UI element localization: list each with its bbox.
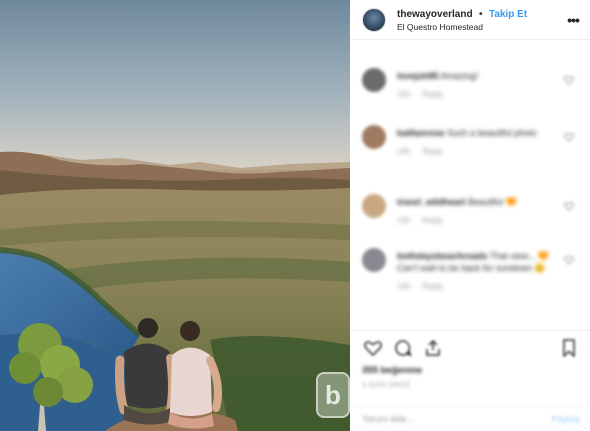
post-photo[interactable]: b <box>0 0 350 431</box>
comment-body: lovejoh85 Amazing! 15h Reply <box>397 70 565 99</box>
post-header: thewayoverland • Takip Et El Questro Hom… <box>350 0 590 40</box>
commenter-username[interactable]: kaitlanrose <box>397 128 445 138</box>
reply-button[interactable]: Reply <box>422 282 442 291</box>
reply-button[interactable]: Reply <box>422 147 442 156</box>
comment-text: Such a beautiful photo <box>447 128 537 138</box>
comment-icon[interactable] <box>392 337 414 359</box>
commenter-username[interactable]: travel_wildheart <box>397 197 466 207</box>
comment-text: Beautiful 🧡 <box>468 197 517 207</box>
watermark-logo: b <box>316 372 350 418</box>
likes-count[interactable]: 355 beğenme <box>362 365 580 376</box>
author-avatar[interactable] <box>362 7 386 32</box>
comments-list: lovejoh85 Amazing! 15h Reply kaitlanrose … <box>350 40 590 330</box>
follow-button[interactable]: Takip Et <box>489 9 527 20</box>
commenter-avatar[interactable] <box>362 194 386 218</box>
author-username[interactable]: thewayoverland <box>397 9 473 20</box>
reply-button[interactable]: Reply <box>422 216 442 225</box>
location-link[interactable]: El Questro Homestead <box>397 21 566 34</box>
comment-body: bothdaysbeachroads That view... 🧡 Can't … <box>397 250 565 291</box>
comment-time: 14h <box>397 147 411 156</box>
post-sidebar: thewayoverland • Takip Et El Questro Hom… <box>350 0 590 431</box>
commenter-username[interactable]: lovejoh85 <box>397 71 439 81</box>
more-options-icon[interactable]: ••• <box>566 13 580 27</box>
post-date: 3 GÜN ÖNCE <box>362 382 411 389</box>
separator-dot: • <box>479 8 483 20</box>
comment-time: 10h <box>397 282 411 291</box>
commenter-username[interactable]: bothdaysbeachroads <box>397 251 488 261</box>
commenter-avatar[interactable] <box>362 125 386 149</box>
commenter-avatar[interactable] <box>362 68 386 92</box>
landscape-illustration <box>0 0 350 431</box>
post-actions: 355 beğenme 3 GÜN ÖNCE <box>350 330 590 389</box>
like-comment-icon[interactable] <box>564 75 574 85</box>
heart-icon[interactable] <box>362 337 384 359</box>
comment-time: 12h <box>397 216 411 225</box>
reply-button[interactable]: Reply <box>422 90 442 99</box>
like-comment-icon[interactable] <box>564 132 574 142</box>
comment-text: Amazing! <box>440 71 479 81</box>
action-icons <box>362 337 580 359</box>
commenter-avatar[interactable] <box>362 248 386 272</box>
bookmark-icon[interactable] <box>558 337 580 359</box>
comment-time: 15h <box>397 90 411 99</box>
comment-input[interactable]: Yorum ekle... <box>362 414 551 424</box>
like-comment-icon[interactable] <box>564 255 574 265</box>
post-comment-button[interactable]: Paylaş <box>551 414 580 424</box>
comment-body: travel_wildheart Beautiful 🧡 12h Reply <box>397 196 565 225</box>
comment-body: kaitlanrose Such a beautiful photo 14h Re… <box>397 127 565 156</box>
share-icon[interactable] <box>422 337 444 359</box>
like-comment-icon[interactable] <box>564 201 574 211</box>
author-info: thewayoverland • Takip Et El Questro Hom… <box>397 6 566 34</box>
add-comment-bar: Yorum ekle... Paylaş <box>350 405 590 431</box>
